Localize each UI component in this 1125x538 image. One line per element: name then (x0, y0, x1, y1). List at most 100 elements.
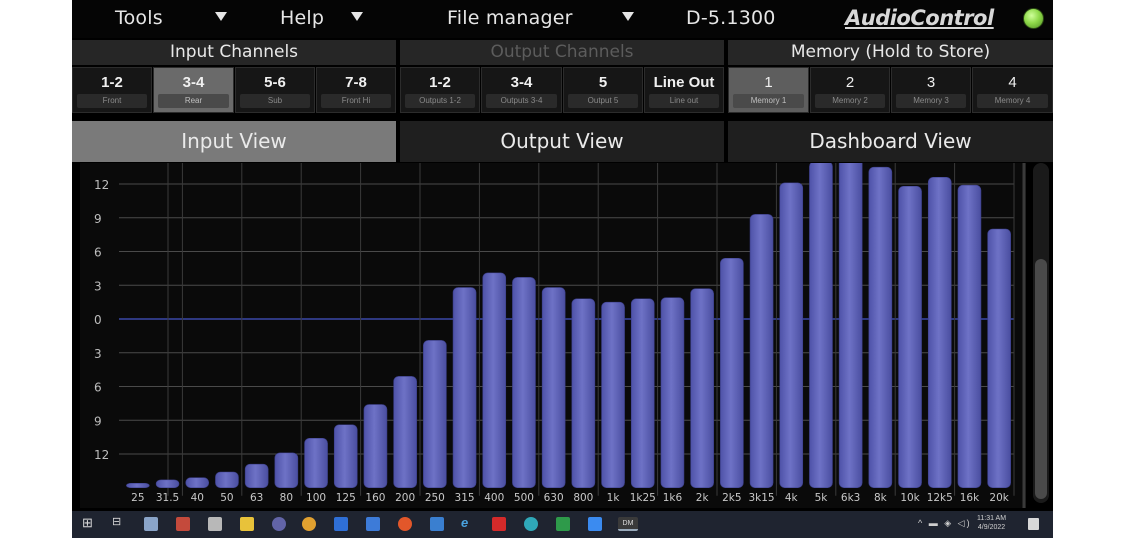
edge-icon[interactable] (524, 517, 538, 531)
graph-scrollbar-thumb[interactable] (1035, 259, 1047, 499)
x-tick-label: 200 (395, 492, 415, 504)
input-channel-1-2-button[interactable]: 1-2 Front (72, 67, 152, 113)
eq-bar-6k3 (838, 163, 863, 489)
chrome-icon[interactable] (302, 517, 316, 531)
output-line-out-button[interactable]: Line Out Line out (644, 67, 724, 113)
eq-bar-315 (452, 287, 477, 489)
tab-input-view[interactable]: Input View (72, 121, 396, 162)
x-tick-label: 10k (900, 492, 920, 504)
channel-sublabel: Outputs 3-4 (486, 94, 557, 108)
y-tick-label: 12 (94, 448, 109, 462)
clock-date: 4/9/2022 (977, 524, 1006, 531)
x-tick-label: 3k15 (748, 492, 774, 504)
channel-label: 3-4 (510, 74, 533, 91)
channel-sublabel: Line out (649, 94, 719, 108)
audiocontrol-dm-taskbar-icon[interactable]: DM (618, 517, 638, 531)
task-view-icon[interactable]: ⊟ (112, 515, 121, 528)
eq-bar-250 (423, 340, 447, 489)
eq-bar-160 (363, 404, 388, 489)
memory-sublabel: Memory 1 (733, 94, 804, 108)
teams-icon[interactable] (272, 517, 286, 531)
channel-sublabel: Outputs 1-2 (405, 94, 475, 108)
tools-menu[interactable]: Tools (115, 7, 163, 29)
memory-3-button[interactable]: 3 Memory 3 (891, 67, 971, 113)
x-tick-label: 50 (220, 492, 233, 504)
input-channel-3-4-button[interactable]: 3-4 Rear (153, 67, 234, 113)
eq-bar-8k (868, 166, 893, 489)
eq-bar-graph[interactable]: 1296303691225 31.5 40 50 63 80 100 125 160 200 250… (80, 163, 1026, 508)
eq-bar-1k6 (660, 297, 685, 489)
output-channel-3-4-button[interactable]: 3-4 Outputs 3-4 (481, 67, 562, 113)
eq-bar-1k (601, 301, 625, 489)
acrobat-icon[interactable] (492, 517, 506, 531)
eq-bar-1k25 (630, 298, 655, 489)
help-dropdown-arrow-icon[interactable] (351, 12, 363, 21)
x-tick-label: 5k (815, 492, 829, 504)
channel-sublabel: Sub (240, 94, 310, 108)
eq-bar-3k15 (749, 214, 774, 489)
y-tick-label: 6 (94, 246, 102, 260)
eq-bar-4k (779, 182, 804, 489)
x-tick-label: 250 (425, 492, 445, 504)
tab-dashboard-view[interactable]: Dashboard View (728, 121, 1053, 162)
memory-label: 3 (926, 74, 936, 91)
app-icon-1[interactable] (176, 517, 190, 531)
channel-label: 1-2 (101, 74, 123, 91)
memory-2-button[interactable]: 2 Memory 2 (810, 67, 890, 113)
channel-label: Line Out (653, 74, 715, 91)
eq-bar-100 (304, 437, 328, 489)
windows-start-icon[interactable]: ⊞ (82, 515, 93, 531)
x-tick-label: 80 (280, 492, 293, 504)
eq-bar-500 (512, 277, 536, 489)
eq-bar-40 (185, 477, 210, 489)
eq-bar-50 (215, 471, 239, 489)
file-manager-menu[interactable]: File manager (447, 7, 573, 29)
x-tick-label: 6k3 (841, 492, 860, 504)
y-tick-label: 3 (94, 279, 102, 293)
internet-explorer-icon[interactable]: e (461, 515, 468, 530)
output-channel-1-2-button[interactable]: 1-2 Outputs 1-2 (400, 67, 480, 113)
memory-1-button[interactable]: 1 Memory 1 (728, 67, 809, 113)
system-clock[interactable]: 11:31 AM 4/9/2022 (977, 514, 1006, 532)
x-tick-label: 800 (573, 492, 593, 504)
x-tick-label: 315 (455, 492, 475, 504)
memory-4-button[interactable]: 4 Memory 4 (972, 67, 1053, 113)
system-tray-icons[interactable]: ^ ▬ ◈ ◁) (918, 518, 972, 529)
file-manager-dropdown-arrow-icon[interactable] (622, 12, 634, 21)
outlook-icon[interactable] (334, 517, 348, 531)
zoom-icon[interactable] (588, 517, 602, 531)
y-tick-label: 0 (94, 313, 102, 327)
input-channel-5-6-button[interactable]: 5-6 Sub (235, 67, 315, 113)
graph-scrollbar[interactable] (1033, 163, 1049, 503)
app-icon-2[interactable] (208, 517, 222, 531)
x-tick-label: 12k5 (927, 492, 953, 504)
x-tick-label: 1k6 (663, 492, 683, 504)
tools-dropdown-arrow-icon[interactable] (215, 12, 227, 21)
eq-bar-12k5 (927, 176, 952, 489)
memory-sublabel: Memory 2 (815, 94, 885, 108)
x-tick-label: 2k (696, 492, 710, 504)
excel-icon[interactable] (556, 517, 570, 531)
app-icon-3[interactable] (366, 517, 380, 531)
eq-bar-25 (126, 482, 150, 489)
input-channel-7-8-button[interactable]: 7-8 Front Hi (316, 67, 396, 113)
tab-output-view[interactable]: Output View (400, 121, 724, 162)
device-model: D-5.1300 (686, 7, 776, 29)
eq-bar-80 (274, 452, 299, 489)
firefox-icon[interactable] (398, 517, 412, 531)
x-tick-label: 4k (785, 492, 799, 504)
memory-sublabel: Memory 4 (977, 94, 1048, 108)
calculator-icon[interactable] (144, 517, 158, 531)
channel-label: 3-4 (182, 74, 205, 91)
eq-bar-5k (809, 163, 833, 489)
x-tick-label: 31.5 (156, 492, 179, 504)
notifications-icon[interactable] (1028, 518, 1039, 530)
windows-taskbar: ⊞ ⊟ e DM ^ ▬ ◈ ◁) 11:31 AM 4/9/2022 (72, 511, 1053, 538)
app-icon-4[interactable] (430, 517, 444, 531)
channel-label: 7-8 (345, 74, 367, 91)
help-menu[interactable]: Help (280, 7, 324, 29)
y-tick-label: 3 (94, 347, 102, 361)
output-channel-5-button[interactable]: 5 Output 5 (563, 67, 643, 113)
sticky-notes-icon[interactable] (240, 517, 254, 531)
x-tick-label: 63 (250, 492, 263, 504)
